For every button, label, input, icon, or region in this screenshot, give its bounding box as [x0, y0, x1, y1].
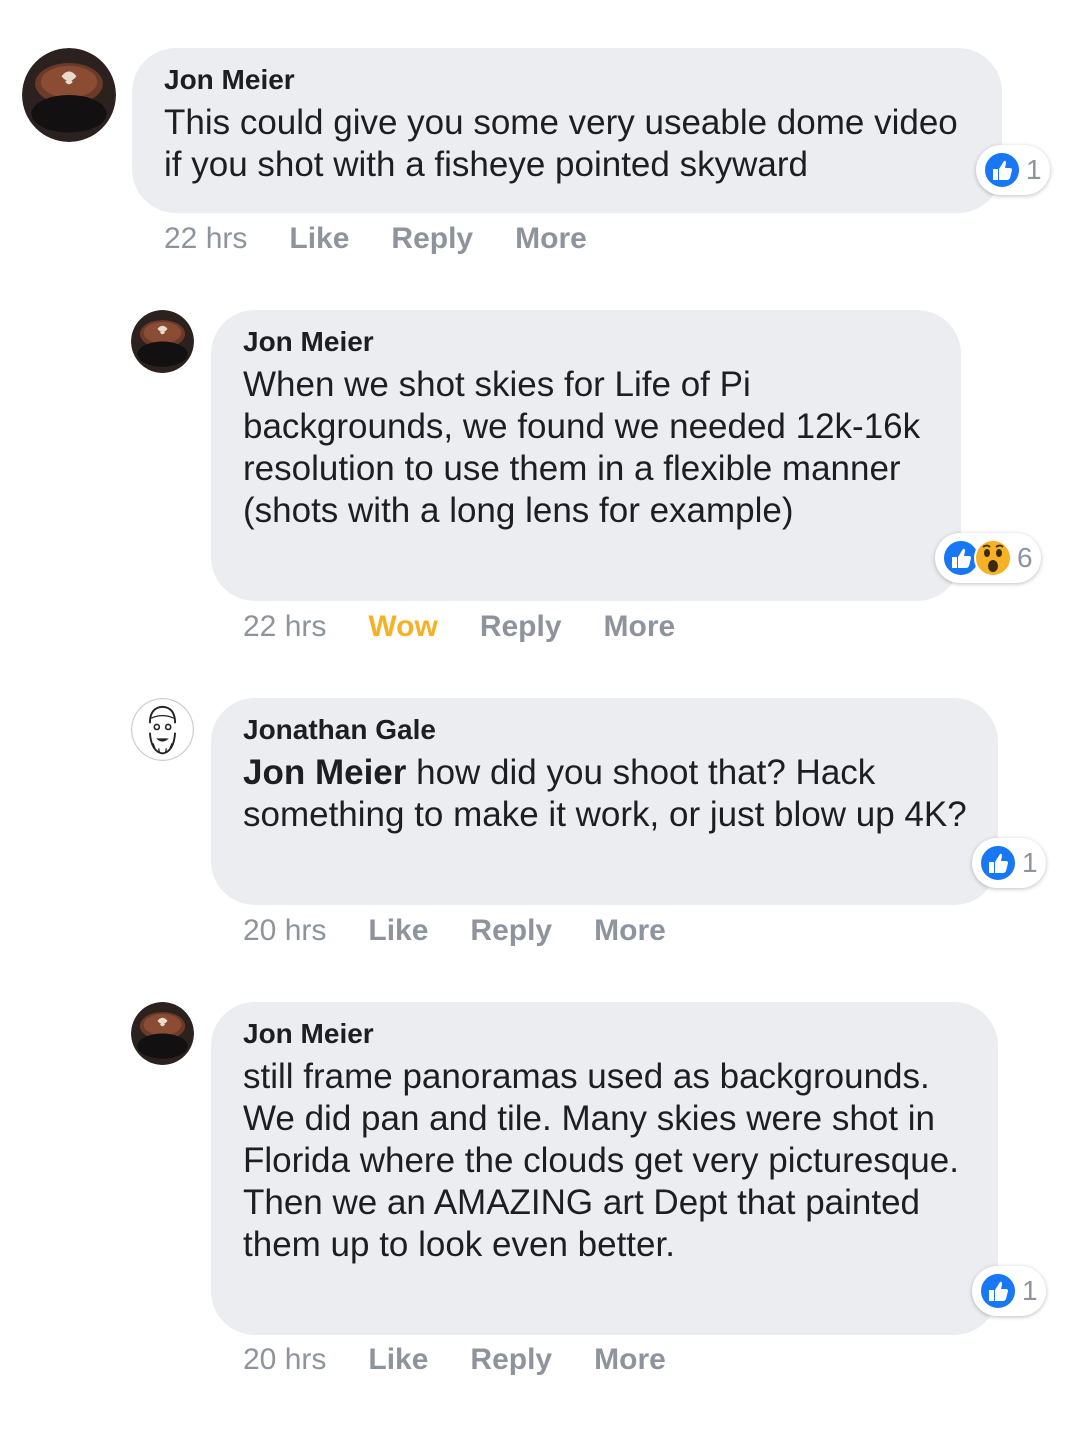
timestamp[interactable]: 22 hrs — [164, 222, 247, 256]
author-name[interactable]: Jon Meier — [164, 62, 972, 98]
reactions-summary[interactable]: 1 — [972, 838, 1046, 888]
mention-link[interactable]: Jon Meier — [243, 753, 406, 792]
avatar[interactable] — [22, 48, 116, 142]
timestamp[interactable]: 20 hrs — [243, 914, 326, 948]
comment-actions: 20 hrs Like Reply More — [243, 1343, 708, 1377]
like-button[interactable]: Like — [368, 1343, 428, 1377]
avatar[interactable] — [131, 698, 194, 761]
comment-actions: 20 hrs Like Reply More — [243, 914, 708, 948]
comment-text: This could give you some very useable do… — [164, 103, 958, 184]
wow-icon — [973, 538, 1013, 578]
avatar[interactable] — [131, 310, 194, 373]
comment-bubble: Jonathan Gale Jon Meier how did you shoo… — [211, 698, 998, 905]
like-button[interactable]: Like — [368, 914, 428, 948]
like-icon — [982, 150, 1022, 190]
comment-text: still frame panoramas used as background… — [243, 1057, 959, 1264]
coffee-avatar-icon — [22, 48, 116, 142]
comment-bubble: Jon Meier still frame panoramas used as … — [211, 1002, 998, 1335]
comment-bubble: Jon Meier When we shot skies for Life of… — [211, 310, 961, 601]
more-button[interactable]: More — [594, 1343, 666, 1377]
more-button[interactable]: More — [594, 914, 666, 948]
reaction-count: 6 — [1017, 542, 1033, 573]
comment-actions: 22 hrs Like Reply More — [164, 222, 629, 256]
reply-button[interactable]: Reply — [470, 1343, 552, 1377]
reply-button[interactable]: Reply — [391, 222, 473, 256]
author-name[interactable]: Jon Meier — [243, 324, 931, 360]
more-button[interactable]: More — [604, 610, 676, 644]
timestamp[interactable]: 22 hrs — [243, 610, 326, 644]
author-name[interactable]: Jonathan Gale — [243, 712, 968, 748]
reaction-count: 1 — [1026, 154, 1042, 185]
more-button[interactable]: More — [515, 222, 587, 256]
reactions-summary[interactable]: 1 — [972, 1266, 1046, 1316]
reply-button[interactable]: Reply — [470, 914, 552, 948]
like-icon — [978, 843, 1018, 883]
reactions-summary[interactable]: 6 — [935, 533, 1041, 583]
author-name[interactable]: Jon Meier — [243, 1016, 968, 1052]
comment-actions: 22 hrs Wow Reply More — [243, 610, 717, 644]
like-icon — [978, 1271, 1018, 1311]
timestamp[interactable]: 20 hrs — [243, 1343, 326, 1377]
sketch-face-avatar-icon — [131, 698, 194, 761]
wow-reaction-button[interactable]: Wow — [368, 610, 437, 644]
reactions-summary[interactable]: 1 — [976, 145, 1050, 195]
comment-text: Jon Meier how did you shoot that? Hack s… — [243, 752, 968, 836]
coffee-avatar-icon — [131, 310, 194, 373]
comment-bubble: Jon Meier This could give you some very … — [132, 48, 1002, 213]
reply-button[interactable]: Reply — [480, 610, 562, 644]
coffee-avatar-icon — [131, 1002, 194, 1065]
like-button[interactable]: Like — [289, 222, 349, 256]
comment-text: When we shot skies for Life of Pi backgr… — [243, 365, 921, 530]
avatar[interactable] — [131, 1002, 194, 1065]
reaction-count: 1 — [1022, 847, 1038, 878]
reaction-count: 1 — [1022, 1275, 1038, 1306]
